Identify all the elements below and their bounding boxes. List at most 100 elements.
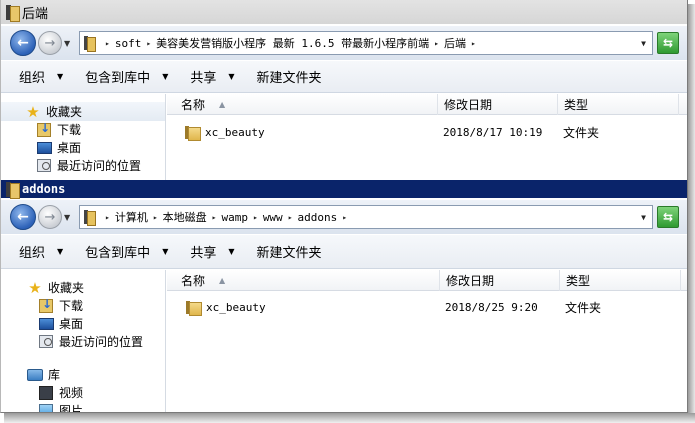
breadcrumb-chevron-icon[interactable]: ▸ <box>471 39 476 48</box>
chevron-down-icon: ▼ <box>228 72 235 81</box>
chevron-down-icon: ▼ <box>162 72 169 81</box>
breadcrumb-item[interactable]: 计算机 <box>115 209 148 225</box>
file-name-cell[interactable]: xc_beauty <box>186 297 266 317</box>
include-in-library-menu[interactable]: 包含到库中 ▼ <box>85 67 168 86</box>
column-label: 修改日期 <box>446 274 495 288</box>
downloads-folder-icon <box>39 297 53 313</box>
sort-ascending-icon: ▲ <box>219 276 226 285</box>
address-bar-area: ← → ▼ ▸ soft ▸ 美容美发营销版小程序 最新 1.6.5 带最新小程… <box>1 26 687 60</box>
arrow-right-icon: → <box>44 209 56 225</box>
breadcrumb-item[interactable]: 后端 <box>444 35 466 51</box>
library-icon <box>27 368 43 381</box>
file-date: 2018/8/25 9:20 <box>445 300 538 314</box>
refresh-icon: ⇆ <box>662 210 674 224</box>
chevron-down-icon: ▼ <box>64 38 71 48</box>
nav-desktop[interactable]: 桌面 <box>1 138 165 157</box>
column-type[interactable]: 类型 <box>558 94 679 115</box>
back-button[interactable]: ← <box>10 30 36 56</box>
navigation-pane: ★ 收藏夹 下载 桌面 最近访问的位置 库 视频 <box>1 270 166 412</box>
column-name[interactable]: 名称 ▲ <box>167 270 440 291</box>
column-type[interactable]: 类型 <box>560 270 681 291</box>
include-library-label: 包含到库中 <box>85 71 151 86</box>
nav-pictures[interactable]: 图片 <box>1 401 165 412</box>
column-header-row: 名称 ▲ 修改日期 类型 <box>167 94 687 115</box>
folder-icon <box>6 181 20 199</box>
picture-library-icon <box>39 404 53 412</box>
file-date: 2018/8/17 10:19 <box>443 125 543 139</box>
nav-favorites[interactable]: ★ 收藏夹 <box>1 102 165 121</box>
breadcrumb-item[interactable]: 本地磁盘 <box>163 209 207 225</box>
file-type: 文件夹 <box>565 300 602 315</box>
nav-recent-places[interactable]: 最近访问的位置 <box>1 156 165 175</box>
breadcrumb-chevron-icon[interactable]: ▸ <box>105 39 110 48</box>
file-type: 文件夹 <box>563 125 600 140</box>
table-row[interactable]: xc_beauty 2018/8/25 9:20 文件夹 <box>167 297 687 317</box>
navigation-pane: ★ 收藏夹 下载 桌面 最近访问的位置 <box>1 94 166 183</box>
window-titlebar[interactable]: addons <box>1 180 687 199</box>
screen: 后端 ← → ▼ ▸ soft ▸ 美容美发营销版小程序 最新 1.6.5 带最… <box>0 0 695 423</box>
chevron-down-icon: ▼ <box>162 247 169 256</box>
breadcrumb-chevron-icon[interactable]: ▸ <box>288 213 293 222</box>
breadcrumb-chevron-icon[interactable]: ▸ <box>146 39 151 48</box>
breadcrumb-item[interactable]: www <box>263 211 283 224</box>
window-titlebar[interactable]: 后端 <box>1 0 687 24</box>
refresh-button[interactable]: ⇆ <box>657 206 679 228</box>
organize-label: 组织 <box>19 246 46 261</box>
breadcrumb-chevron-icon[interactable]: ▸ <box>434 39 439 48</box>
desktop-icon <box>38 317 54 330</box>
include-in-library-menu[interactable]: 包含到库中 ▼ <box>85 242 168 261</box>
forward-button[interactable]: → <box>38 31 62 55</box>
chevron-down-icon: ▼ <box>57 72 64 81</box>
nav-libraries[interactable]: 库 <box>1 365 165 384</box>
column-date-modified[interactable]: 修改日期 <box>440 270 560 291</box>
nav-recent-places[interactable]: 最近访问的位置 <box>1 332 165 351</box>
folder-icon <box>84 36 96 52</box>
address-bar-area: ← → ▼ ▸ 计算机 ▸ 本地磁盘 ▸ wamp ▸ www ▸ addons… <box>1 200 687 234</box>
breadcrumb-chevron-icon[interactable]: ▸ <box>212 213 217 222</box>
recent-places-icon <box>37 159 51 172</box>
organize-menu[interactable]: 组织 ▼ <box>19 242 63 261</box>
address-box[interactable]: ▸ soft ▸ 美容美发营销版小程序 最新 1.6.5 带最新小程序前端 ▸ … <box>79 31 653 55</box>
share-menu[interactable]: 共享 ▼ <box>190 242 234 261</box>
downloads-folder-icon <box>37 121 51 137</box>
address-box[interactable]: ▸ 计算机 ▸ 本地磁盘 ▸ wamp ▸ www ▸ addons ▸ ▼ <box>79 205 653 229</box>
nav-videos[interactable]: 视频 <box>1 383 165 402</box>
nav-downloads[interactable]: 下载 <box>1 120 165 139</box>
file-list: 名称 ▲ 修改日期 类型 xc_beauty 2018/8/17 10:19 文件… <box>167 94 687 183</box>
recent-pages-dropdown[interactable]: ▼ <box>64 39 74 48</box>
recent-pages-dropdown[interactable]: ▼ <box>64 213 74 222</box>
command-bar: 组织 ▼ 包含到库中 ▼ 共享 ▼ 新建文件夹 <box>1 61 687 93</box>
breadcrumb-item[interactable]: wamp <box>221 211 248 224</box>
nav-downloads[interactable]: 下载 <box>1 296 165 315</box>
folder-icon <box>6 4 20 22</box>
column-name[interactable]: 名称 ▲ <box>167 94 438 115</box>
organize-menu[interactable]: 组织 ▼ <box>19 67 63 86</box>
file-name-cell[interactable]: xc_beauty <box>185 122 265 142</box>
breadcrumb-item[interactable]: soft <box>115 37 142 50</box>
breadcrumb-chevron-icon[interactable]: ▸ <box>342 213 347 222</box>
folder-icon <box>186 300 202 316</box>
address-dropdown-icon[interactable]: ▼ <box>641 39 646 48</box>
new-folder-button[interactable]: 新建文件夹 <box>257 67 322 86</box>
nav-desktop[interactable]: 桌面 <box>1 314 165 333</box>
breadcrumb-chevron-icon[interactable]: ▸ <box>153 213 158 222</box>
breadcrumb-item[interactable]: 美容美发营销版小程序 最新 1.6.5 带最新小程序前端 <box>156 35 429 51</box>
nav-favorites[interactable]: ★ 收藏夹 <box>1 278 165 297</box>
column-label: 名称 <box>181 274 206 288</box>
breadcrumb-chevron-icon[interactable]: ▸ <box>253 213 258 222</box>
column-date-modified[interactable]: 修改日期 <box>438 94 558 115</box>
refresh-button[interactable]: ⇆ <box>657 32 679 54</box>
address-dropdown-icon[interactable]: ▼ <box>641 213 646 222</box>
new-folder-button[interactable]: 新建文件夹 <box>257 242 322 261</box>
window-title: 后端 <box>22 6 49 22</box>
column-label: 修改日期 <box>444 98 493 112</box>
share-menu[interactable]: 共享 ▼ <box>190 67 234 86</box>
folder-icon <box>185 125 201 141</box>
breadcrumb-chevron-icon[interactable]: ▸ <box>105 213 110 222</box>
table-row[interactable]: xc_beauty 2018/8/17 10:19 文件夹 <box>167 122 687 142</box>
forward-button[interactable]: → <box>38 205 62 229</box>
column-label: 名称 <box>181 98 206 112</box>
breadcrumb-item[interactable]: addons <box>298 211 338 224</box>
back-button[interactable]: ← <box>10 204 36 230</box>
nav-label: 库 <box>48 368 61 382</box>
